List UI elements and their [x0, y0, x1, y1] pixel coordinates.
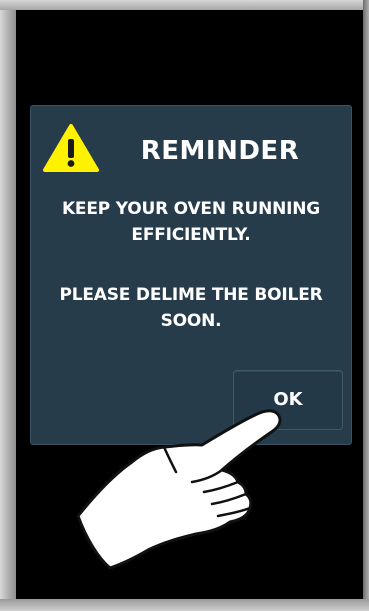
warning-icon [43, 124, 99, 172]
device-bezel-bottom [0, 599, 369, 611]
device-bezel-left [0, 0, 16, 611]
touch-screen: REMINDER KEEP YOUR OVEN RUNNING EFFICIEN… [16, 10, 363, 599]
message-line: PLEASE DELIME THE BOILER [59, 285, 323, 305]
dialog-message-keep-running: KEEP YOUR OVEN RUNNING EFFICIENTLY. [31, 196, 351, 248]
dialog-message-delime: PLEASE DELIME THE BOILER SOON. [31, 282, 351, 334]
device-bezel-top [0, 0, 369, 10]
message-line: KEEP YOUR OVEN RUNNING [61, 199, 321, 219]
reminder-dialog: REMINDER KEEP YOUR OVEN RUNNING EFFICIEN… [30, 105, 352, 445]
pointing-hand-icon [76, 409, 282, 570]
device-bezel-right [363, 0, 369, 611]
oven-control-panel: REMINDER KEEP YOUR OVEN RUNNING EFFICIEN… [0, 0, 369, 611]
dialog-title: REMINDER [140, 136, 300, 166]
message-line: SOON. [160, 311, 222, 331]
message-line: EFFICIENTLY. [131, 225, 251, 245]
